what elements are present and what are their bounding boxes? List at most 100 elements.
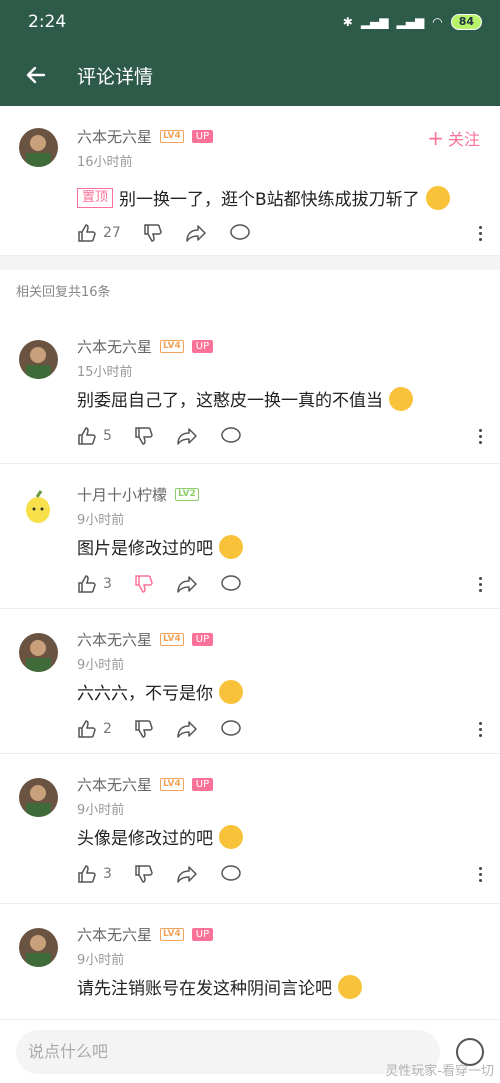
level-badge: LV4 bbox=[160, 928, 184, 941]
emoji-icon bbox=[219, 534, 243, 559]
reply-button[interactable] bbox=[220, 719, 242, 739]
status-time: 2:24 bbox=[28, 12, 67, 32]
reply-item: 六本无六星 LV4 UP 9小时前 头像是修改过的吧 3 bbox=[0, 754, 500, 904]
dislike-button[interactable] bbox=[134, 719, 154, 739]
like-button[interactable]: 5 bbox=[77, 426, 112, 446]
back-button[interactable] bbox=[0, 44, 72, 106]
wifi-icon: ◠ bbox=[432, 15, 443, 29]
comment-time: 9小时前 bbox=[77, 658, 125, 673]
signal-icon-2: ▂▄▆ bbox=[396, 15, 425, 29]
username[interactable]: 六本无六星 bbox=[77, 924, 152, 945]
comment-text: 六六六，不亏是你 bbox=[77, 684, 213, 704]
reply-item: 六本无六星 LV4 UP 9小时前请先注销账号在发这种阴间言论吧 bbox=[0, 904, 500, 1019]
share-button[interactable] bbox=[176, 719, 198, 739]
avatar[interactable] bbox=[19, 128, 58, 167]
comment-text: 别一换一了，逛个B站都快练成拔刀斩了 bbox=[119, 190, 420, 210]
reply-item: 十月十小柠檬 LV2 9小时前 图片是修改过的吧 3 bbox=[0, 464, 500, 609]
avatar[interactable] bbox=[19, 928, 58, 967]
signal-icon: ▂▄▆ bbox=[360, 15, 389, 29]
share-icon bbox=[177, 576, 197, 593]
follow-label: 关注 bbox=[447, 130, 480, 149]
more-icon[interactable] bbox=[479, 866, 482, 882]
comment-text: 图片是修改过的吧 bbox=[77, 539, 213, 559]
comment-icon bbox=[221, 575, 241, 591]
emoji-icon bbox=[219, 824, 243, 849]
back-arrow-icon bbox=[26, 66, 46, 84]
up-badge: UP bbox=[191, 130, 214, 143]
status-bar: 2:24 ✱ ▂▄▆ ▂▄▆ ◠ 84 bbox=[0, 0, 500, 44]
dislike-button[interactable] bbox=[134, 864, 154, 884]
share-icon bbox=[177, 428, 197, 445]
emoji-icon bbox=[219, 679, 243, 704]
level-badge: LV4 bbox=[160, 778, 184, 791]
thumb-down-icon bbox=[135, 427, 153, 445]
emoji-icon bbox=[338, 974, 362, 999]
reply-button[interactable] bbox=[229, 223, 251, 243]
username[interactable]: 六本无六星 bbox=[77, 126, 152, 147]
comment-text: 头像是修改过的吧 bbox=[77, 829, 213, 849]
comment-input[interactable]: 说点什么吧 bbox=[16, 1030, 440, 1074]
like-count: 5 bbox=[103, 428, 112, 444]
dislike-button[interactable] bbox=[134, 426, 154, 446]
avatar[interactable] bbox=[19, 633, 58, 672]
pinned-badge: 置顶 bbox=[77, 187, 114, 208]
dislike-button[interactable] bbox=[143, 223, 163, 243]
share-button[interactable] bbox=[185, 223, 207, 243]
like-button[interactable]: 27 bbox=[77, 223, 121, 243]
username[interactable]: 六本无六星 bbox=[77, 774, 152, 795]
follow-button[interactable]: + 关注 bbox=[427, 126, 480, 150]
watermark: 灵性玩家-看穿一切 bbox=[385, 1064, 494, 1079]
share-icon bbox=[186, 225, 206, 242]
reply-button[interactable] bbox=[220, 864, 242, 884]
thumb-down-icon bbox=[135, 575, 153, 593]
more-icon[interactable] bbox=[479, 225, 482, 241]
dislike-button[interactable] bbox=[134, 574, 154, 594]
reply-item: 六本无六星 LV4 UP 15小时前 别委屈自己了，这憨皮一换一真的不值当 5 bbox=[0, 316, 500, 464]
up-badge: UP bbox=[191, 778, 214, 791]
thumb-up-icon bbox=[78, 427, 96, 445]
thumb-down-icon bbox=[144, 224, 162, 242]
emoji-icon bbox=[389, 386, 413, 411]
thumb-up-icon bbox=[78, 224, 96, 242]
up-badge: UP bbox=[191, 928, 214, 941]
comment-text: 请先注销账号在发这种阴间言论吧 bbox=[77, 979, 332, 999]
comment-time: 9小时前 bbox=[77, 953, 125, 968]
share-button[interactable] bbox=[176, 864, 198, 884]
plus-icon: + bbox=[427, 126, 444, 150]
level-badge: LV4 bbox=[160, 130, 184, 143]
more-icon[interactable] bbox=[479, 576, 482, 592]
comment-icon bbox=[221, 720, 241, 736]
like-count: 27 bbox=[103, 225, 121, 241]
comment-time: 16小时前 bbox=[77, 155, 133, 170]
reply-button[interactable] bbox=[220, 426, 242, 446]
up-badge: UP bbox=[191, 340, 214, 353]
thumb-up-icon bbox=[78, 575, 96, 593]
share-icon bbox=[177, 866, 197, 883]
username[interactable]: 六本无六星 bbox=[77, 336, 152, 357]
emoji-icon bbox=[425, 185, 450, 210]
share-button[interactable] bbox=[176, 574, 198, 594]
username[interactable]: 六本无六星 bbox=[77, 629, 152, 650]
thumb-up-icon bbox=[78, 720, 96, 738]
reply-button[interactable] bbox=[220, 574, 242, 594]
comment-time: 15小时前 bbox=[77, 365, 133, 380]
username[interactable]: 十月十小柠檬 bbox=[77, 484, 167, 505]
more-icon[interactable] bbox=[479, 721, 482, 737]
up-badge: UP bbox=[191, 633, 214, 646]
like-button[interactable]: 3 bbox=[77, 864, 112, 884]
like-button[interactable]: 2 bbox=[77, 719, 112, 739]
share-button[interactable] bbox=[176, 426, 198, 446]
like-button[interactable]: 3 bbox=[77, 574, 112, 594]
thumb-up-icon bbox=[78, 865, 96, 883]
avatar[interactable] bbox=[19, 488, 58, 527]
comment-thread: 六本无六星 LV4 UP + 关注 16小时前 置顶 别一换一了，逛个B站都快练… bbox=[0, 106, 500, 1019]
section-divider bbox=[0, 256, 500, 270]
page-title: 评论详情 bbox=[77, 65, 154, 88]
comment-text: 别委屈自己了，这憨皮一换一真的不值当 bbox=[77, 391, 383, 411]
more-icon[interactable] bbox=[479, 428, 482, 444]
comment-time: 9小时前 bbox=[77, 513, 125, 528]
avatar[interactable] bbox=[19, 340, 58, 379]
like-count: 3 bbox=[103, 576, 112, 592]
avatar[interactable] bbox=[19, 778, 58, 817]
bluetooth-icon: ✱ bbox=[342, 15, 353, 29]
